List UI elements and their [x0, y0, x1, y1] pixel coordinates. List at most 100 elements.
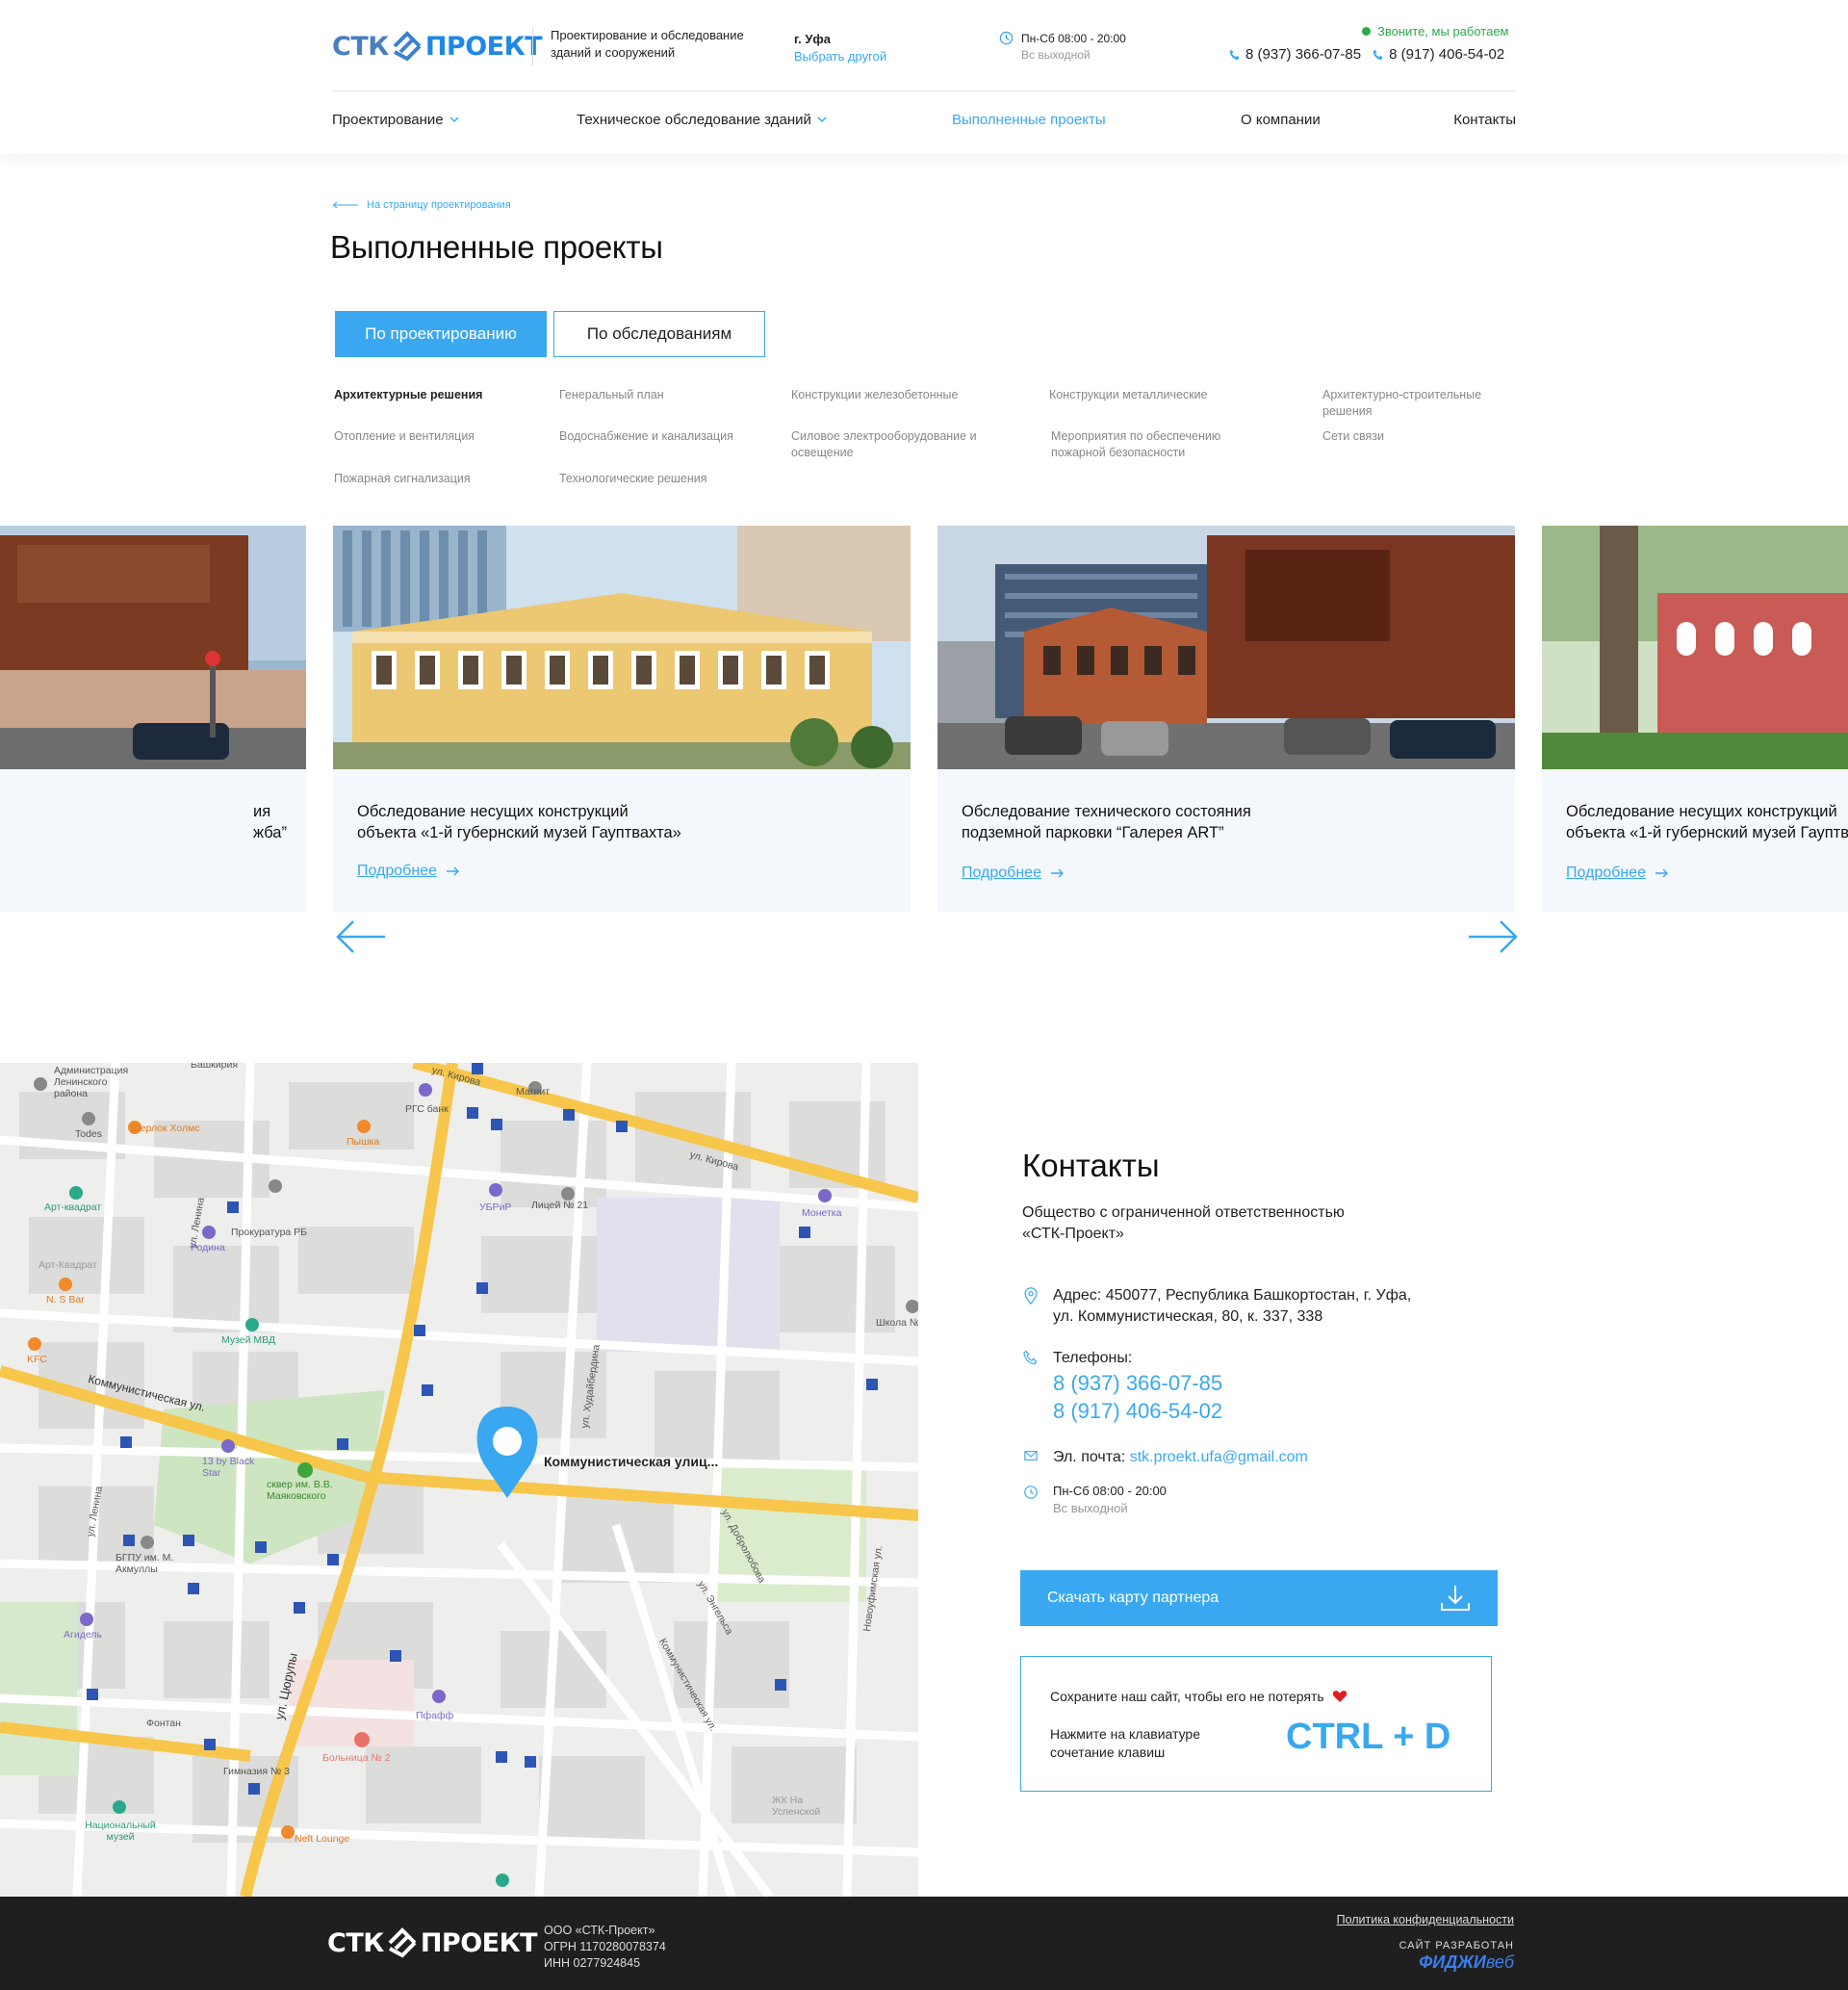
- project-card-title-1: Обследование несущих конструкций: [1566, 803, 1837, 820]
- map-label: РГС банк: [405, 1103, 449, 1115]
- chevron-down-icon: [817, 116, 827, 123]
- footer-logo-text-b: ПРОЕКТ: [420, 1927, 538, 1958]
- header-phone-2[interactable]: 8 (917) 406-54-02: [1373, 46, 1504, 63]
- footer-logo[interactable]: СТК ПРОЕКТ: [327, 1924, 538, 1962]
- map-marker-label: Коммунистическая улиц...: [544, 1454, 719, 1469]
- download-partner-card-button[interactable]: Скачать карту партнера: [1020, 1570, 1498, 1626]
- nav-item-contacts[interactable]: Контакты: [1453, 112, 1516, 128]
- city-name: г. Уфа: [794, 32, 832, 46]
- category-fire-alarm[interactable]: Пожарная сигнализация: [334, 471, 536, 487]
- project-card-title-2: объекта «1-й губернский музей Гауптвахта…: [357, 824, 681, 841]
- more-link[interactable]: Подробнее: [357, 863, 460, 880]
- city-selector: г. Уфа Выбрать другой: [794, 31, 886, 65]
- dev-logo[interactable]: ФИДЖИвеб: [1419, 1952, 1514, 1973]
- clock-icon: [999, 31, 1014, 45]
- work-hours: Пн-Сб 08:00 - 20:00 Вс выходной: [999, 31, 1126, 64]
- project-photo-guardhouse: [333, 526, 911, 769]
- clock-icon: [1024, 1486, 1038, 1499]
- call-status: Звоните, мы работаем: [1362, 24, 1509, 39]
- arrow-right-icon: [446, 866, 459, 876]
- city-change-link[interactable]: Выбрать другой: [794, 48, 886, 65]
- footer-company-info: ООО «СТК-Проект» ОГРН 1170280078374 ИНН …: [544, 1923, 666, 1972]
- contacts-phone-2[interactable]: 8 (917) 406-54-02: [1053, 1397, 1222, 1425]
- map-label: Монетка: [802, 1207, 842, 1219]
- project-card[interactable]: Обследование технического состояния подзе…: [937, 526, 1515, 912]
- arrow-left-icon: [332, 201, 358, 209]
- map-label: Прокуратура РБ: [231, 1227, 308, 1238]
- contacts-email: Эл. почта: stk.proekt.ufa@gmail.com: [1022, 1447, 1308, 1468]
- dev-label: САЙТ РАЗРАБОТАН: [1399, 1940, 1514, 1951]
- nav-item-projects[interactable]: Выполненные проекты: [952, 112, 1106, 128]
- back-link-text: На страницу проектирования: [367, 199, 511, 211]
- bookmark-hint-text: Сохраните наш сайт, чтобы его не потерят…: [1050, 1689, 1324, 1704]
- contacts-phone-1[interactable]: 8 (937) 366-07-85: [1053, 1369, 1222, 1397]
- bookmark-hint-sub-2: сочетание клавиш: [1050, 1744, 1166, 1760]
- footer-inn: ИНН 0277924845: [544, 1956, 641, 1970]
- more-link[interactable]: Подробнее: [1566, 865, 1669, 882]
- category-tech[interactable]: Технологические решения: [559, 471, 761, 487]
- project-card-title-2: подземной парковки “Галерея ART”: [962, 824, 1224, 841]
- nav-item-about[interactable]: О компании: [1241, 112, 1321, 128]
- category-architecture[interactable]: Архитектурные решения: [334, 387, 536, 403]
- map-label: УБРиР: [479, 1202, 512, 1213]
- mail-icon: [1024, 1451, 1038, 1460]
- map-label: ЖК На Успенской: [772, 1795, 821, 1818]
- slider-next-arrow-icon[interactable]: [1467, 919, 1519, 954]
- phones-label: Телефоны:: [1053, 1350, 1133, 1366]
- map-tiles: [0, 1063, 918, 1897]
- map-label: Пышка: [346, 1136, 380, 1148]
- map-label: Шерлок Холмс: [131, 1123, 200, 1134]
- map-label: Лицей № 21: [531, 1200, 589, 1211]
- phone-icon: [1373, 49, 1383, 60]
- page: СТК ПРОЕКТ Проектирование и обследование…: [0, 0, 1848, 1990]
- project-card[interactable]: Обследование несущих конструкций объекта …: [333, 526, 911, 912]
- contacts-org-line-2: «СТК-Проект»: [1022, 1226, 1124, 1242]
- project-card[interactable]: Обследование несущих конструкций объекта …: [1542, 526, 1848, 912]
- map-label: Родина: [191, 1242, 225, 1253]
- category-arch-construction[interactable]: Архитектурно-строительные решения: [1322, 387, 1515, 420]
- tab-inspection[interactable]: По обследованиям: [553, 311, 765, 357]
- category-water[interactable]: Водоснабжение и канализация: [559, 428, 761, 445]
- category-electrical[interactable]: Силовое электрооборудование и освещение: [791, 428, 1008, 461]
- header-phone-1[interactable]: 8 (937) 366-07-85: [1229, 46, 1361, 63]
- phone-icon: [1023, 1350, 1038, 1365]
- map-label: Национальный музей: [85, 1820, 156, 1843]
- privacy-policy-link[interactable]: Политика конфиденциальности: [1337, 1913, 1514, 1926]
- category-master-plan[interactable]: Генеральный план: [559, 387, 761, 403]
- more-link[interactable]: Подробнее: [962, 865, 1065, 882]
- tab-design[interactable]: По проектированию: [335, 311, 547, 357]
- category-heating[interactable]: Отопление и вентиляция: [334, 428, 536, 445]
- map-label: Музей МВД: [221, 1334, 276, 1346]
- category-comms[interactable]: Сети связи: [1322, 428, 1525, 445]
- email-link[interactable]: stk.proekt.ufa@gmail.com: [1130, 1449, 1308, 1465]
- contacts-phones: Телефоны: 8 (937) 366-07-85 8 (917) 406-…: [1022, 1348, 1222, 1425]
- download-icon: [1441, 1586, 1470, 1611]
- category-metal[interactable]: Конструкции металлические: [1049, 387, 1251, 403]
- page-title: Выполненные проекты: [330, 229, 663, 265]
- footer-logo-text-a: СТК: [327, 1927, 384, 1958]
- project-card-title-2: жба”: [253, 824, 287, 841]
- download-button-label: Скачать карту партнера: [1047, 1589, 1219, 1606]
- map-label: БГПУ им. М. Акмуллы: [116, 1552, 174, 1575]
- nav-item-inspection[interactable]: Техническое обследование зданий: [577, 112, 827, 128]
- address-line-1: Адрес: 450077, Республика Башкортостан, …: [1053, 1287, 1412, 1304]
- logo[interactable]: СТК ПРОЕКТ: [332, 27, 543, 65]
- chevron-down-icon: [449, 116, 459, 123]
- more-link-text: Подробнее: [357, 863, 437, 879]
- nav-item-about-label: О компании: [1241, 112, 1321, 128]
- project-card-title-1: Обследование технического состояния: [962, 803, 1251, 820]
- office-map[interactable]: Коммунистическая улиц... Администрация Л…: [0, 1063, 918, 1897]
- dev-logo-b: веб: [1485, 1952, 1514, 1972]
- back-link[interactable]: На страницу проектирования: [332, 199, 511, 211]
- contacts-hours-off: Вс выходной: [1053, 1501, 1128, 1515]
- project-card-title-2: объекта «1-й губернский музей Гауптвахта…: [1566, 824, 1848, 841]
- email-label: Эл. почта:: [1053, 1449, 1126, 1465]
- category-fire-safety[interactable]: Мероприятия по обеспечению пожарной безо…: [1051, 428, 1268, 461]
- nav-item-design[interactable]: Проектирование: [332, 112, 459, 128]
- slider-prev-arrow-icon[interactable]: [335, 919, 387, 954]
- project-card[interactable]: ия жба”: [0, 526, 306, 912]
- project-card-title-1: ия: [253, 803, 271, 820]
- category-concrete[interactable]: Конструкции железобетонные: [791, 387, 993, 403]
- map-label: Пфафф: [416, 1710, 454, 1721]
- map-label: сквер им. В.В. Маяковского: [267, 1479, 333, 1502]
